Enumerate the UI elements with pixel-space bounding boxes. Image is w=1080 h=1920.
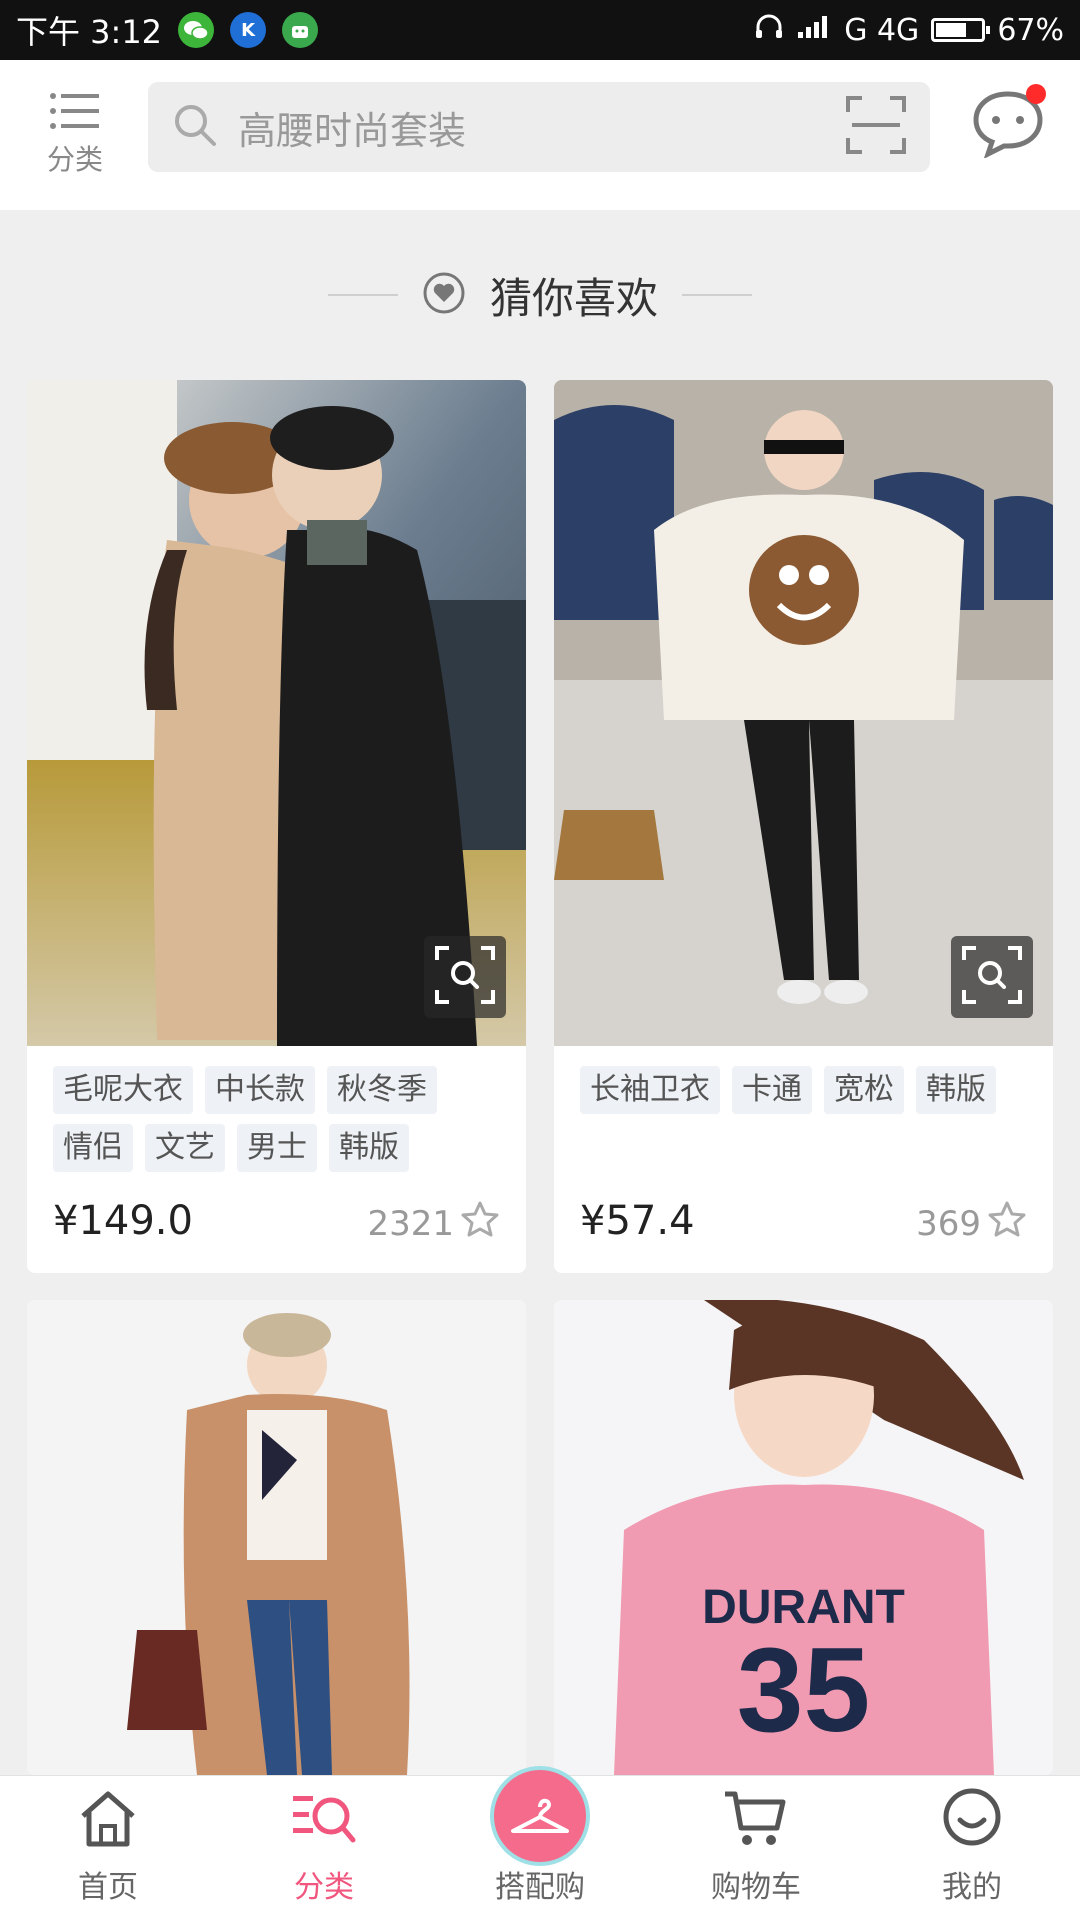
tag[interactable]: 宽松 (824, 1066, 904, 1114)
chat-bubble-icon (970, 91, 1046, 162)
product-card[interactable]: 毛呢大衣 中长款 秋冬季 情侣 文艺 男士 韩版 ¥149.0 2321 (27, 380, 526, 1273)
nav-category[interactable]: 分类 (216, 1776, 432, 1920)
tag[interactable]: 长袖卫衣 (580, 1066, 720, 1114)
heart-badge-icon (422, 271, 466, 319)
nav-label: 首页 (78, 1870, 138, 1905)
section-title-text: 猜你喜欢 (489, 273, 658, 323)
status-time: 下午 3:12 (16, 13, 163, 51)
tag[interactable]: 男士 (237, 1124, 317, 1172)
nav-cart[interactable]: 购物车 (648, 1776, 864, 1920)
search-bar[interactable]: 高腰时尚套装 (148, 82, 930, 172)
nav-profile[interactable]: 我的 (864, 1776, 1080, 1920)
shirt-print-number: 35 (736, 1623, 871, 1757)
image-search-button[interactable] (424, 936, 506, 1018)
tag[interactable]: 卡通 (732, 1066, 812, 1114)
tag[interactable]: 韩版 (329, 1124, 409, 1172)
product-price: ¥149.0 (53, 1198, 193, 1244)
android-icon (282, 12, 319, 48)
divider-right (682, 294, 752, 296)
nav-label: 购物车 (711, 1870, 801, 1905)
recommend-section-title: 猜你喜欢 (0, 255, 1080, 335)
product-price: ¥57.4 (580, 1198, 695, 1244)
tag-list: 毛呢大衣 中长款 秋冬季 情侣 文艺 男士 韩版 (53, 1066, 500, 1172)
category-label: 分类 (46, 143, 103, 176)
headset-icon (754, 13, 784, 48)
bottom-nav: 首页 分类 搭配购 购物车 我的 (0, 1770, 1080, 1920)
favorite-count[interactable]: 2321 (367, 1200, 500, 1247)
outfit-button[interactable] (494, 1770, 586, 1862)
product-image[interactable] (554, 380, 1053, 1046)
star-icon[interactable] (460, 1200, 500, 1247)
tag[interactable]: 毛呢大衣 (53, 1066, 193, 1114)
k-app-icon: K (230, 12, 267, 48)
product-image[interactable] (27, 380, 526, 1046)
product-card[interactable]: DURANT 35 (554, 1300, 1053, 1775)
nav-label: 搭配购 (495, 1870, 585, 1905)
scan-icon[interactable] (846, 96, 906, 158)
category-search-icon (291, 1788, 357, 1852)
product-card[interactable]: 长袖卫衣 卡通 宽松 韩版 ¥57.4 369 (554, 380, 1053, 1273)
hanger-icon (509, 1791, 571, 1841)
category-button[interactable]: 分类 (0, 60, 150, 210)
nav-outfit[interactable]: 搭配购 (432, 1770, 648, 1920)
favorite-count[interactable]: 369 (916, 1200, 1027, 1247)
search-input[interactable]: 高腰时尚套装 (238, 100, 846, 155)
tag[interactable]: 秋冬季 (327, 1066, 437, 1114)
tag[interactable]: 韩版 (916, 1066, 996, 1114)
nav-label: 分类 (294, 1870, 354, 1905)
nav-label: 我的 (942, 1870, 1002, 1905)
battery-icon (931, 18, 991, 42)
product-image[interactable] (27, 1300, 526, 1775)
header: 分类 高腰时尚套装 (0, 60, 1080, 210)
scan-search-icon (962, 946, 1022, 1008)
shirt-print: DURANT 35 (554, 1580, 1053, 1757)
tag-list: 长袖卫衣 卡通 宽松 韩版 (580, 1066, 1027, 1114)
product-image[interactable]: DURANT 35 (554, 1300, 1053, 1775)
network-type: G 4G (844, 12, 920, 48)
image-search-button[interactable] (951, 936, 1033, 1018)
search-icon (172, 102, 218, 152)
signal-icon (796, 13, 832, 48)
menu-list-icon (49, 92, 101, 134)
favorite-count-value: 369 (916, 1203, 981, 1244)
battery-percent: 67% (997, 12, 1064, 48)
nav-home[interactable]: 首页 (0, 1776, 216, 1920)
product-card[interactable] (27, 1300, 526, 1775)
wechat-icon (178, 12, 215, 48)
notification-dot (1026, 84, 1046, 104)
tag[interactable]: 文艺 (145, 1124, 225, 1172)
cart-icon (723, 1788, 789, 1852)
star-icon[interactable] (987, 1200, 1027, 1247)
tag[interactable]: 中长款 (205, 1066, 315, 1114)
message-button[interactable] (970, 84, 1050, 168)
home-icon (77, 1788, 139, 1852)
profile-icon (941, 1786, 1003, 1852)
scan-search-icon (435, 946, 495, 1008)
favorite-count-value: 2321 (367, 1203, 454, 1244)
divider-left (327, 294, 398, 296)
tag[interactable]: 情侣 (53, 1124, 133, 1172)
status-bar: 下午 3:12 K G 4G 67% (0, 0, 1080, 60)
